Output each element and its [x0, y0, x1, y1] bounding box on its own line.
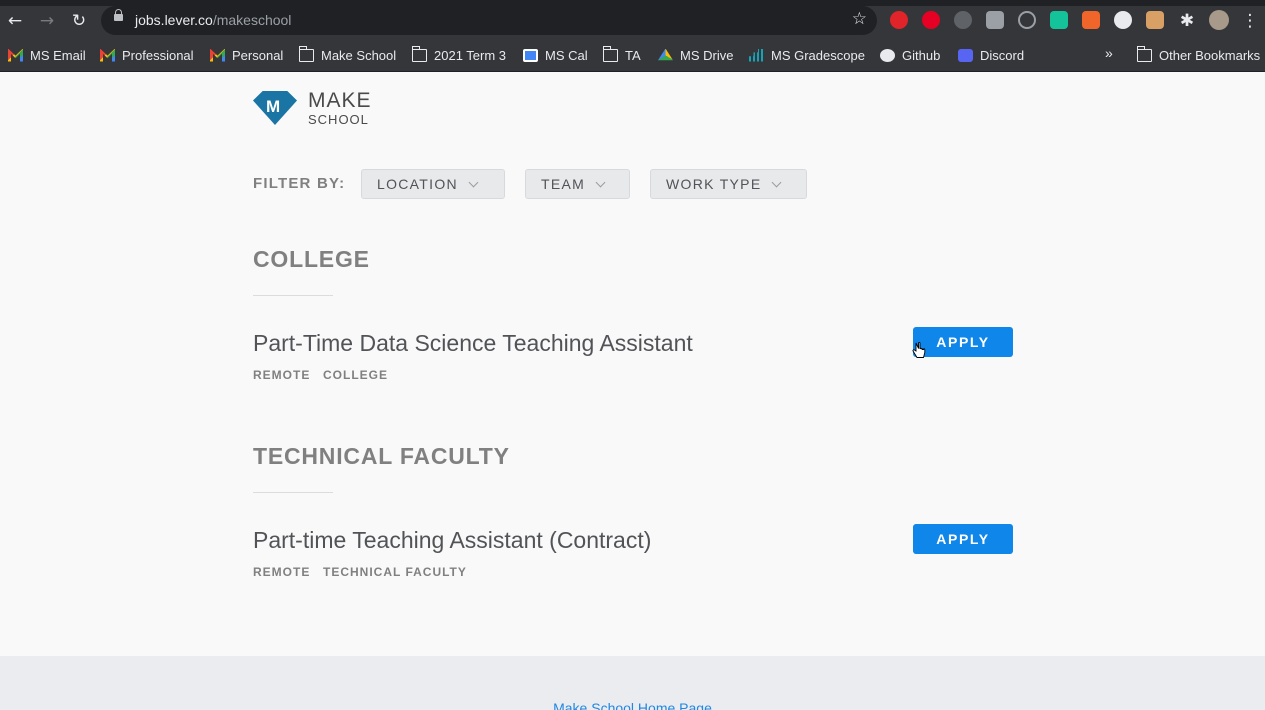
chevron-down-icon: [595, 177, 606, 187]
gmail-icon: [210, 48, 225, 62]
folder-icon: [1136, 45, 1152, 62]
bookmark-label: Make School: [321, 47, 397, 63]
job-title-teaching-assistant-contract[interactable]: Part-time Teaching Assistant (Contract): [253, 527, 651, 554]
job-tag-team: COLLEGE: [323, 368, 389, 382]
section-divider: [253, 492, 333, 493]
shortcut-extension-icon[interactable]: [1082, 11, 1100, 29]
bookmark-ms-email[interactable]: MS Email: [8, 45, 86, 65]
logo-mark: M: [266, 97, 281, 116]
page-footer: Make School Home Page: [0, 656, 1265, 710]
job-title-data-science-ta[interactable]: Part-Time Data Science Teaching Assistan…: [253, 330, 693, 357]
forward-arrow-icon[interactable]: →: [35, 9, 59, 33]
chevron-down-icon: [468, 177, 479, 187]
apply-button[interactable]: APPLY: [913, 524, 1013, 554]
make-school-logo[interactable]: M MAKE SCHOOL: [253, 89, 383, 127]
section-title-technical-faculty: TECHNICAL FACULTY: [253, 443, 510, 469]
bookmark-ms-gradescope[interactable]: MS Gradescope: [749, 45, 865, 65]
job-tag-team: TECHNICAL FACULTY: [323, 565, 467, 579]
url-text[interactable]: jobs.lever.co/makeschool: [135, 12, 291, 28]
gmail-icon: [100, 48, 115, 62]
apply-button[interactable]: APPLY: [913, 327, 1013, 357]
more-bookmarks-chevron[interactable]: »: [1105, 45, 1113, 61]
url-path: /makeschool: [212, 12, 292, 28]
page-content: M MAKE SCHOOL FILTER BY: LOCATION TEAM W…: [0, 72, 1265, 710]
bookmark-2021-term-3[interactable]: 2021 Term 3: [411, 45, 507, 65]
filter-label: TEAM: [541, 176, 586, 192]
bookmark-github[interactable]: Github: [880, 45, 940, 65]
gradescope-icon: [749, 48, 764, 62]
filter-work-type-dropdown[interactable]: WORK TYPE: [650, 169, 807, 199]
bookmark-label: Github: [902, 47, 941, 63]
grammar-extension-icon[interactable]: [1050, 11, 1068, 29]
pinterest-extension-icon[interactable]: [922, 11, 940, 29]
bookmark-star-icon[interactable]: ☆: [852, 9, 867, 29]
bookmark-personal[interactable]: Personal: [210, 45, 283, 65]
incognito-extension-icon[interactable]: [1114, 11, 1132, 29]
filter-by-label: FILTER BY:: [253, 175, 346, 192]
back-arrow-icon[interactable]: ←: [3, 9, 27, 33]
bookmark-ms-cal[interactable]: MS Cal: [523, 45, 588, 65]
bookmark-label: MS Email: [30, 47, 86, 63]
discord-icon: [958, 48, 973, 62]
logo-text-school: SCHOOL: [308, 112, 369, 127]
timer-extension-icon[interactable]: [1018, 11, 1036, 29]
menu-dots-icon[interactable]: ⋮: [1238, 9, 1262, 33]
video-extension-icon[interactable]: [986, 11, 1004, 29]
filter-label: LOCATION: [377, 176, 458, 192]
wallet-extension-icon[interactable]: [1146, 11, 1164, 29]
address-bar[interactable]: jobs.lever.co/makeschool ☆: [101, 6, 877, 35]
filter-team-dropdown[interactable]: TEAM: [525, 169, 630, 199]
extensions-puzzle-icon[interactable]: ✱: [1175, 9, 1199, 33]
folder-icon: [411, 45, 427, 62]
job-tag-location: REMOTE: [253, 368, 311, 382]
reload-icon[interactable]: ↻: [67, 9, 91, 33]
filter-location-dropdown[interactable]: LOCATION: [361, 169, 505, 199]
bookmark-discord[interactable]: Discord: [958, 45, 1024, 65]
hand-pointer-cursor-icon: [912, 342, 926, 358]
lock-icon[interactable]: [114, 9, 123, 21]
gmail-icon: [8, 48, 23, 62]
folder-icon: [602, 45, 618, 62]
dark-mode-extension-icon[interactable]: [954, 11, 972, 29]
github-icon: [880, 48, 895, 62]
bookmark-ms-drive[interactable]: MS Drive: [658, 45, 733, 65]
chevron-down-icon: [772, 177, 782, 187]
logo-gem-icon: M: [253, 91, 297, 125]
bookmark-label: MS Gradescope: [771, 47, 865, 63]
section-divider: [253, 295, 333, 296]
section-title-college: COLLEGE: [253, 246, 370, 272]
bookmark-label: MS Drive: [680, 47, 734, 63]
logo-text-make: MAKE: [308, 89, 372, 112]
filter-label: WORK TYPE: [666, 176, 762, 192]
profile-avatar[interactable]: [1209, 10, 1229, 30]
drive-icon: [658, 48, 673, 61]
bookmark-make-school[interactable]: Make School: [298, 45, 397, 65]
bookmark-label: TA: [625, 47, 641, 63]
job-tag-location: REMOTE: [253, 565, 311, 579]
home-page-link[interactable]: Make School Home Page: [0, 700, 1265, 710]
bookmark-ta[interactable]: TA: [602, 45, 641, 65]
bookmark-label: 2021 Term 3: [434, 47, 507, 63]
bookmark-professional[interactable]: Professional: [100, 45, 194, 65]
calendar-icon: [523, 48, 538, 62]
other-bookmarks[interactable]: Other Bookmarks: [1136, 45, 1261, 65]
bookmark-label: Discord: [980, 47, 1025, 63]
bookmark-label: Personal: [232, 47, 284, 63]
url-host: jobs.lever.co: [135, 12, 213, 28]
bookmark-label: Professional: [122, 47, 194, 63]
bookmark-label: Other Bookmarks: [1159, 47, 1261, 63]
ublock-extension-icon[interactable]: [890, 11, 908, 29]
bookmarks-bar: MS Email Professional Personal Make Scho…: [0, 40, 1265, 72]
browser-toolbar: ← → ↻ jobs.lever.co/makeschool ☆ ✱ ⋮: [0, 0, 1265, 40]
folder-icon: [298, 45, 314, 62]
bookmark-label: MS Cal: [545, 47, 588, 63]
